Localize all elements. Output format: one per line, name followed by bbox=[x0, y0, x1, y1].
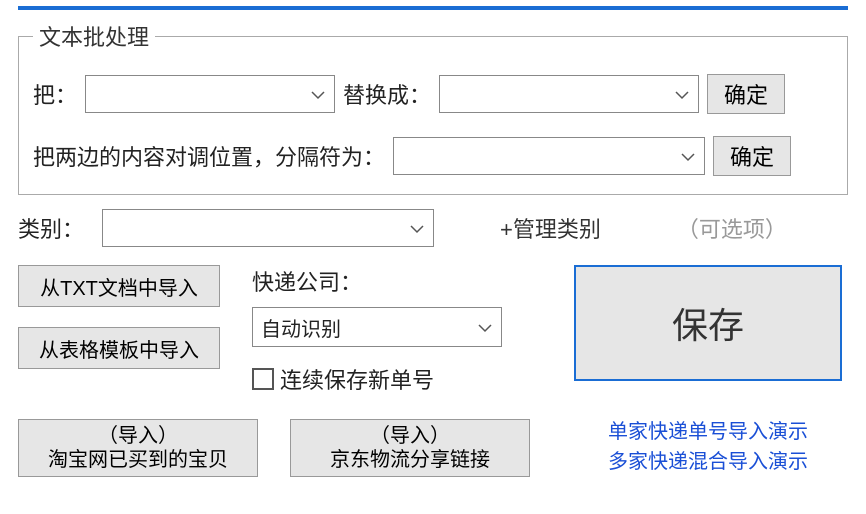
swap-delimiter-combo[interactable] bbox=[393, 137, 705, 175]
replace-from-label: 把： bbox=[33, 78, 77, 110]
demo-multi-link[interactable]: 多家快递混合导入演示 bbox=[568, 447, 848, 477]
text-batch-group: 文本批处理 把： 替换成： 确定 把两边的内容对调位置，分隔符为： 确定 bbox=[18, 20, 848, 195]
import-txt-button[interactable]: 从TXT文档中导入 bbox=[18, 265, 220, 307]
top-highlighted-field[interactable] bbox=[18, 6, 848, 10]
chevron-down-icon bbox=[680, 148, 696, 164]
swap-label: 把两边的内容对调位置，分隔符为： bbox=[33, 140, 385, 172]
optional-label: （可选项） bbox=[677, 212, 787, 244]
save-button[interactable]: 保存 bbox=[574, 265, 842, 381]
replace-from-combo[interactable] bbox=[85, 75, 335, 113]
chevron-down-icon bbox=[409, 220, 425, 236]
replace-to-label: 替换成： bbox=[343, 78, 431, 110]
category-label: 类别： bbox=[18, 212, 84, 244]
manage-category-link[interactable]: +管理类别 bbox=[500, 212, 601, 244]
import-jd-top: （导入） bbox=[370, 424, 450, 448]
category-combo[interactable] bbox=[102, 209, 434, 247]
courier-label: 快递公司： bbox=[252, 265, 544, 297]
courier-selected: 自动识别 bbox=[261, 313, 341, 342]
import-jd-bottom: 京东物流分享链接 bbox=[330, 448, 490, 472]
confirm-replace-button[interactable]: 确定 bbox=[707, 74, 785, 114]
demo-single-link[interactable]: 单家快递单号导入演示 bbox=[568, 417, 848, 447]
import-template-button[interactable]: 从表格模板中导入 bbox=[18, 327, 220, 369]
import-taobao-top: （导入） bbox=[98, 424, 178, 448]
confirm-swap-button[interactable]: 确定 bbox=[713, 136, 791, 176]
chevron-down-icon bbox=[477, 319, 493, 335]
replace-to-combo[interactable] bbox=[439, 75, 699, 113]
courier-combo[interactable]: 自动识别 bbox=[252, 307, 502, 347]
import-jd-button[interactable]: （导入） 京东物流分享链接 bbox=[290, 419, 530, 477]
chevron-down-icon bbox=[674, 86, 690, 102]
import-taobao-button[interactable]: （导入） 淘宝网已买到的宝贝 bbox=[18, 419, 258, 477]
import-taobao-bottom: 淘宝网已买到的宝贝 bbox=[48, 448, 228, 472]
text-batch-legend: 文本批处理 bbox=[33, 20, 155, 52]
chevron-down-icon bbox=[310, 86, 326, 102]
continuous-save-label: 连续保存新单号 bbox=[280, 363, 434, 395]
continuous-save-checkbox[interactable] bbox=[252, 368, 274, 390]
